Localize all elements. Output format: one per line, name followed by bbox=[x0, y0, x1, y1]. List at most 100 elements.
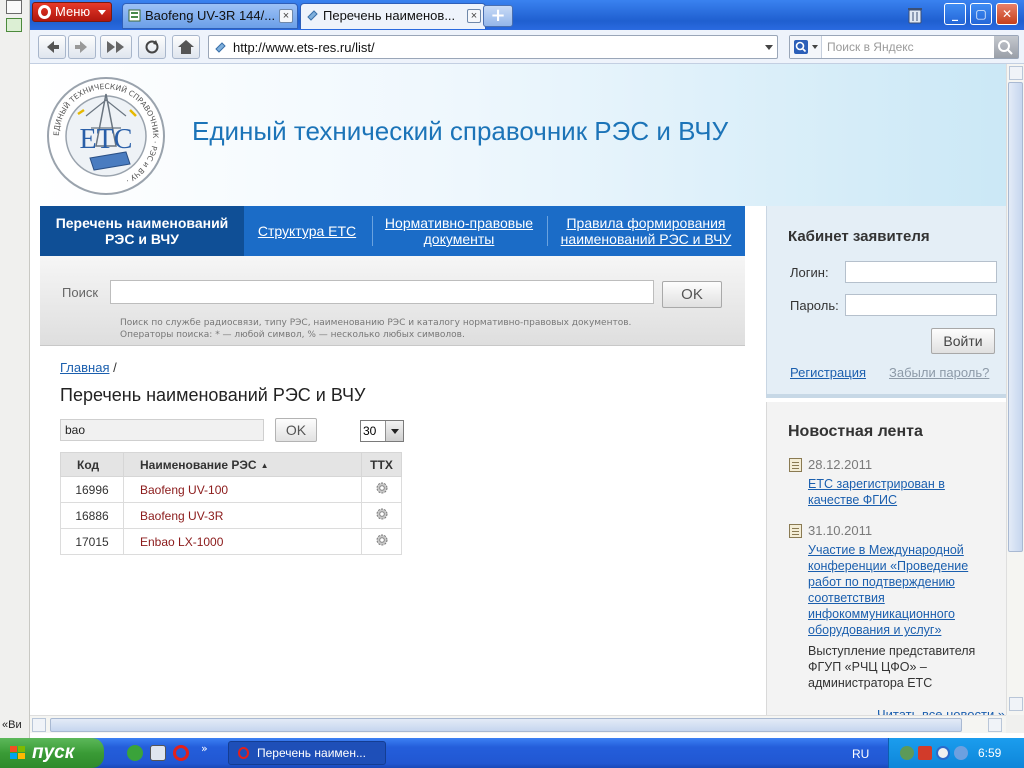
panel-image-icon[interactable] bbox=[6, 18, 22, 32]
register-link[interactable]: Регистрация bbox=[790, 365, 866, 380]
reload-button[interactable] bbox=[138, 35, 166, 59]
vertical-scroll-thumb[interactable] bbox=[1008, 82, 1023, 552]
nav-item-label: РЭС и ВЧУ bbox=[105, 231, 179, 247]
horizontal-scroll-thumb[interactable] bbox=[50, 718, 962, 732]
per-page-select[interactable]: 30 bbox=[360, 420, 404, 442]
search-ok-button[interactable]: OK bbox=[662, 281, 722, 308]
tab-title: Baofeng UV-3R 144/... bbox=[145, 8, 276, 23]
url-input[interactable]: http://www.ets-res.ru/list/ bbox=[208, 35, 778, 59]
row-ttx-cell bbox=[361, 502, 402, 529]
forgot-password-link[interactable]: Забыли пароль? bbox=[889, 365, 989, 380]
new-tab-button[interactable]: + bbox=[483, 5, 513, 27]
back-button[interactable] bbox=[38, 35, 66, 59]
breadcrumb-separator: / bbox=[109, 360, 117, 375]
password-field[interactable] bbox=[845, 294, 997, 316]
quicklaunch-more-icon[interactable]: » bbox=[201, 742, 208, 755]
tray-app-icon[interactable] bbox=[936, 746, 950, 760]
quicklaunch-device-icon[interactable] bbox=[150, 745, 166, 761]
results-table: Код Наименование РЭС ▲ ТТХ 16996 Baofeng … bbox=[60, 452, 402, 555]
search-engine-selector[interactable] bbox=[790, 36, 822, 58]
nav-item-perechen[interactable]: Перечень наименований РЭС и ВЧУ bbox=[40, 206, 244, 256]
side-panel-label: «Ви bbox=[2, 719, 22, 731]
minimize-button[interactable]: _ bbox=[944, 3, 966, 25]
nav-item-structure[interactable]: Структура ЕТС bbox=[244, 206, 370, 256]
scroll-left-icon[interactable] bbox=[32, 718, 46, 732]
read-all-news-link[interactable]: Читать все новости » bbox=[877, 707, 1005, 715]
tab-perechen[interactable]: Перечень наименов... × bbox=[300, 3, 486, 29]
scroll-right-icon[interactable] bbox=[988, 718, 1002, 732]
trash-icon[interactable] bbox=[905, 5, 925, 25]
taskbar-task-opera[interactable]: Перечень наимен... bbox=[228, 741, 386, 765]
opera-quicklaunch-icon[interactable] bbox=[173, 745, 189, 761]
fast-forward-icon bbox=[107, 41, 124, 53]
login-field[interactable] bbox=[845, 261, 997, 283]
search-placeholder: Поиск в Яндекс bbox=[827, 40, 914, 54]
opera-menu-label: Меню bbox=[55, 4, 91, 19]
news-link[interactable]: Участие в Международной конференции «Про… bbox=[808, 542, 993, 638]
horizontal-scrollbar[interactable] bbox=[30, 715, 1006, 733]
page-viewport: ЕДИНЫЙ ТЕХНИЧЕСКИЙ СПРАВОЧНИК · РЭС и ВЧ… bbox=[30, 64, 1006, 715]
news-item: 31.10.2011 Участие в Международной конфе… bbox=[788, 523, 993, 691]
vertical-scrollbar[interactable] bbox=[1006, 64, 1024, 715]
tab-close-button[interactable]: × bbox=[467, 9, 481, 23]
tray-security-icon[interactable] bbox=[954, 746, 968, 760]
network-icon[interactable] bbox=[900, 746, 914, 760]
quicklaunch-app-icon[interactable] bbox=[127, 745, 143, 761]
login-button[interactable]: Войти bbox=[931, 328, 995, 354]
search-engine-input[interactable]: Поиск в Яндекс bbox=[789, 35, 1019, 59]
ets-logo-icon[interactable]: ЕДИНЫЙ ТЕХНИЧЕСКИЙ СПРАВОЧНИК · РЭС и ВЧ… bbox=[46, 76, 166, 196]
close-button[interactable]: ✕ bbox=[996, 3, 1018, 25]
row-name-link[interactable]: Baofeng UV-3R bbox=[123, 502, 362, 529]
row-ttx-cell bbox=[361, 528, 402, 555]
forward-button[interactable] bbox=[68, 35, 96, 59]
scrollbar-corner bbox=[1006, 715, 1024, 733]
row-code: 16996 bbox=[60, 476, 124, 503]
gear-icon[interactable] bbox=[374, 532, 390, 548]
volume-muted-icon[interactable] bbox=[918, 746, 932, 760]
news-link[interactable]: ЕТС зарегистрирован в качестве ФГИС bbox=[808, 476, 993, 508]
tab-baofeng[interactable]: Baofeng UV-3R 144/... × bbox=[122, 3, 298, 29]
home-button[interactable] bbox=[172, 35, 200, 59]
scroll-up-icon[interactable] bbox=[1009, 66, 1023, 80]
panel-toggle-icon[interactable] bbox=[6, 0, 22, 14]
start-button[interactable]: пуск bbox=[0, 738, 104, 768]
news-item: 28.12.2011 ЕТС зарегистрирован в качеств… bbox=[788, 457, 993, 508]
nav-item-normative[interactable]: Нормативно-правовые документы bbox=[373, 206, 545, 256]
opera-menu-button[interactable]: Меню bbox=[32, 2, 112, 22]
chevron-down-icon[interactable] bbox=[385, 421, 403, 441]
fast-forward-button[interactable] bbox=[100, 35, 132, 59]
news-title: Новостная лента bbox=[788, 423, 923, 440]
search-go-button[interactable] bbox=[994, 36, 1018, 58]
gear-icon[interactable] bbox=[374, 480, 390, 496]
scroll-down-icon[interactable] bbox=[1009, 697, 1023, 711]
column-header-code[interactable]: Код bbox=[60, 452, 124, 477]
maximize-button[interactable]: ▢ bbox=[970, 3, 992, 25]
gear-icon[interactable] bbox=[374, 506, 390, 522]
breadcrumb-home-link[interactable]: Главная bbox=[60, 360, 109, 375]
column-header-name[interactable]: Наименование РЭС ▲ bbox=[123, 452, 362, 477]
nav-item-rules[interactable]: Правила формирования наименований РЭС и В… bbox=[548, 206, 744, 256]
row-name-link[interactable]: Enbao LX-1000 bbox=[123, 528, 362, 555]
home-icon bbox=[178, 40, 194, 54]
login-panel: Кабинет заявителя Логин: Пароль: Войти Р… bbox=[766, 206, 1006, 398]
browser-tab-bar: Меню Baofeng UV-3R 144/... × Перечень на… bbox=[30, 0, 1024, 30]
search-icon bbox=[998, 40, 1013, 55]
row-name-link[interactable]: Baofeng UV-100 bbox=[123, 476, 362, 503]
tab-close-button[interactable]: × bbox=[279, 9, 293, 23]
filter-ok-button[interactable]: OK bbox=[275, 418, 317, 442]
site-favicon-icon bbox=[215, 42, 226, 53]
language-indicator[interactable]: RU bbox=[852, 747, 869, 761]
nav-item-label: Перечень наименований bbox=[55, 215, 229, 231]
column-header-label: ТТХ bbox=[370, 457, 393, 472]
news-date-text: 28.12.2011 bbox=[808, 457, 873, 472]
search-panel: Поиск OK Поиск по службе радиосвязи, тип… bbox=[40, 256, 745, 346]
column-header-label: Код bbox=[77, 457, 100, 472]
calendar-icon bbox=[789, 458, 802, 472]
page-title: Перечень наименований РЭС и ВЧУ bbox=[60, 385, 366, 405]
search-input[interactable] bbox=[110, 280, 654, 304]
filter-input[interactable]: bao bbox=[60, 419, 264, 441]
calendar-icon bbox=[789, 524, 802, 538]
table-row: 17015 Enbao LX-1000 bbox=[60, 528, 402, 555]
chevron-down-icon[interactable] bbox=[765, 45, 773, 50]
login-label: Логин: bbox=[790, 265, 829, 280]
